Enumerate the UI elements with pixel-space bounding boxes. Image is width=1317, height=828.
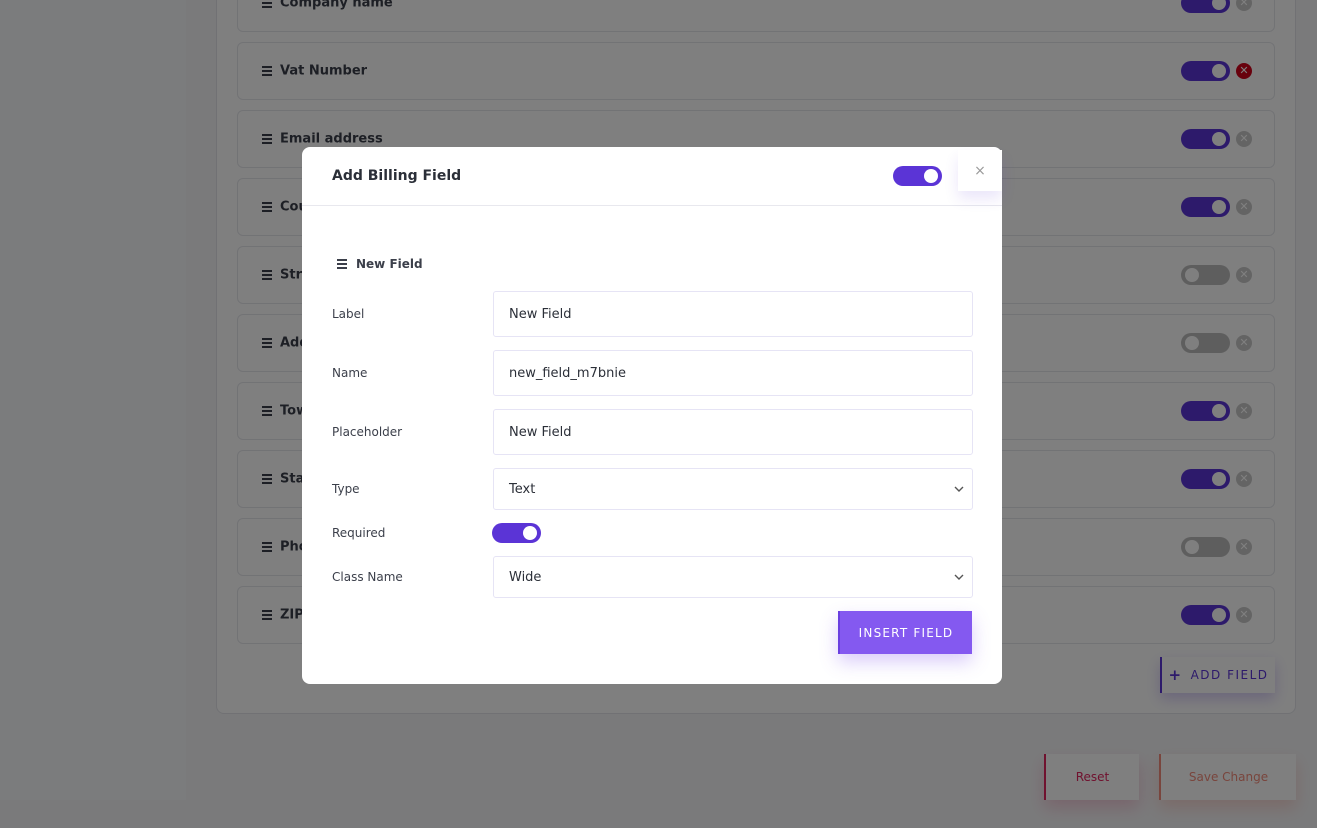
label-input[interactable]: New Field (493, 291, 973, 337)
insert-field-button[interactable]: INSERT FIELD (838, 611, 972, 654)
required-toggle[interactable] (492, 523, 541, 543)
class-name-label: Class Name (332, 570, 403, 584)
placeholder-label: Placeholder (332, 425, 403, 439)
class-name-select[interactable]: Wide (493, 556, 973, 598)
section-title-text: New Field (356, 257, 423, 271)
drag-handle-icon (337, 259, 347, 269)
type-select-value: Text (509, 481, 536, 497)
name-label: Name (332, 366, 368, 380)
chevron-down-icon (954, 574, 964, 580)
placeholder-input[interactable]: New Field (493, 409, 973, 455)
section-title: New Field (337, 257, 423, 271)
required-label: Required (332, 526, 386, 540)
add-billing-field-modal: Add Billing Field × New Field Label New … (302, 147, 1002, 684)
close-button[interactable]: × (958, 150, 1002, 191)
modal-enable-toggle[interactable] (893, 166, 942, 186)
modal-header: Add Billing Field × (302, 147, 1002, 206)
name-input[interactable]: new_field_m7bnie (493, 350, 973, 396)
type-label: Type (332, 482, 360, 496)
class-name-select-value: Wide (509, 569, 542, 585)
close-icon: × (974, 162, 986, 179)
modal-title: Add Billing Field (332, 168, 462, 184)
type-select[interactable]: Text (493, 468, 973, 510)
chevron-down-icon (954, 486, 964, 492)
label-label: Label (332, 307, 365, 321)
